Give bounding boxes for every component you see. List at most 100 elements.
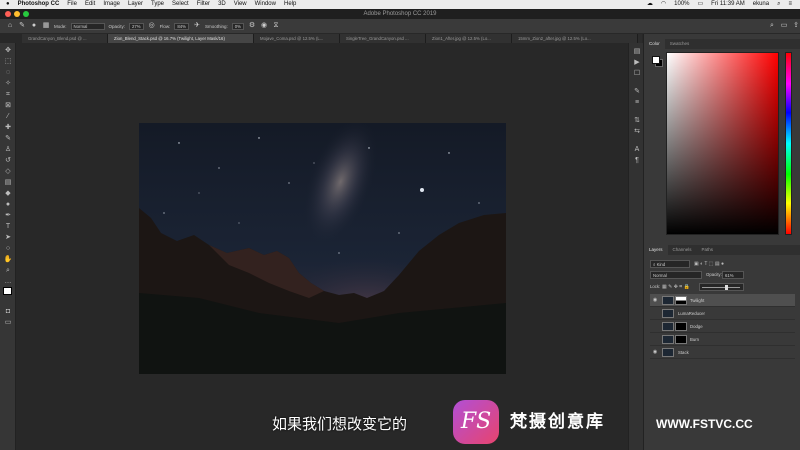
blur-tool-icon[interactable]: ◆	[3, 189, 13, 198]
history-brush-tool-icon[interactable]: ↺	[3, 156, 13, 165]
smoothing-options-gear-icon[interactable]: ⚙	[248, 22, 256, 30]
workspace-icon[interactable]: ▭	[780, 22, 788, 30]
blend-mode-select[interactable]: Normal	[650, 271, 702, 279]
marquee-tool-icon[interactable]: ⬚	[3, 57, 13, 66]
tab-15mm-zion2-after[interactable]: 15mm_Zion2_after.jpg @ 12.5% (Lo...	[512, 34, 638, 43]
battery-percent[interactable]: 100%	[670, 0, 693, 9]
character-icon[interactable]: A	[632, 145, 642, 154]
eyedropper-tool-icon[interactable]: ⁄	[3, 112, 13, 121]
battery-icon[interactable]: ▭	[694, 0, 708, 9]
hue-slider[interactable]	[785, 52, 792, 235]
wifi-icon[interactable]: ◠	[657, 0, 670, 9]
foreground-color-swatch[interactable]	[3, 287, 12, 295]
healing-brush-tool-icon[interactable]: ✚	[3, 123, 13, 132]
learn-icon[interactable]: ☐	[632, 69, 642, 78]
zion-milky-way-photo[interactable]	[139, 123, 506, 374]
tab-swatches[interactable]: Swatches	[665, 39, 695, 49]
lasso-tool-icon[interactable]: ◌	[3, 68, 13, 77]
actions-icon[interactable]: ▶	[632, 58, 642, 67]
tab-paths[interactable]: Paths	[697, 245, 719, 255]
tab-mojave-coma[interactable]: Mojave_Coma.psd @ 12.5% (L...	[254, 34, 340, 43]
home-icon[interactable]: ⌂	[6, 22, 14, 30]
tab-color[interactable]: Color	[644, 39, 665, 49]
visibility-eye-icon[interactable]: ◉	[651, 346, 659, 359]
layer-name[interactable]: LumaReducer	[678, 307, 705, 320]
menu-app-name[interactable]: Photoshop CC	[14, 0, 64, 9]
visibility-eye-icon[interactable]: ◉	[651, 294, 659, 307]
brush-tool-icon[interactable]: ✎	[3, 134, 13, 143]
crop-tool-icon[interactable]: ⌗	[3, 90, 13, 99]
layer-name[interactable]: Twilight	[690, 294, 704, 307]
lock-icons[interactable]: ▦ ✎ ✥ ⌗ 🔒	[662, 283, 690, 291]
creative-cloud-icon[interactable]: ☁	[643, 0, 657, 9]
brush-size-icon[interactable]: ●	[30, 22, 38, 30]
tab-channels[interactable]: Channels	[668, 245, 697, 255]
dodge-tool-icon[interactable]: ●	[3, 200, 13, 209]
layer-row-burn[interactable]: Burn	[650, 333, 795, 346]
layer-opacity-slider-popup[interactable]	[699, 283, 744, 291]
hand-tool-icon[interactable]: ✋	[3, 255, 13, 264]
quick-mask-icon[interactable]: ◘	[3, 307, 13, 316]
layer-row-dodge[interactable]: Dodge	[650, 320, 795, 333]
quick-select-tool-icon[interactable]: ✧	[3, 79, 13, 88]
panel-foreground-swatch[interactable]	[652, 56, 660, 64]
menu-type[interactable]: Type	[147, 0, 168, 9]
pressure-size-icon[interactable]: ◉	[260, 22, 268, 30]
paragraph-icon[interactable]: ¶	[632, 156, 642, 165]
share-icon[interactable]: ⇪	[792, 22, 800, 30]
layer-name[interactable]: Dodge	[690, 320, 703, 333]
gradient-tool-icon[interactable]: ▤	[3, 178, 13, 187]
notification-center-icon[interactable]: ≡	[784, 0, 796, 9]
move-tool-icon[interactable]: ✥	[3, 46, 13, 55]
menu-3d[interactable]: 3D	[214, 0, 230, 9]
layer-mask-thumbnail[interactable]	[675, 322, 687, 331]
opacity-field[interactable]: 27%	[129, 22, 144, 30]
tab-grandcanyon-blend[interactable]: GrandCanyon_Blend.psd @ ...	[22, 34, 108, 43]
menu-layer[interactable]: Layer	[124, 0, 147, 9]
layer-name[interactable]: Stack	[678, 346, 689, 359]
opacity-slider-thumb[interactable]	[725, 285, 728, 290]
close-window-button[interactable]	[5, 11, 11, 17]
pressure-opacity-icon[interactable]: ◎	[148, 22, 156, 30]
menu-view[interactable]: View	[230, 0, 251, 9]
path-selection-tool-icon[interactable]: ➤	[3, 233, 13, 242]
info-icon[interactable]: ⇆	[632, 127, 642, 136]
search-icon[interactable]: ⌕	[768, 22, 776, 30]
menu-window[interactable]: Window	[251, 0, 280, 9]
layer-mask-thumbnail[interactable]	[675, 335, 687, 344]
menu-edit[interactable]: Edit	[81, 0, 99, 9]
more-tools-icon[interactable]: …	[3, 277, 13, 286]
pen-tool-icon[interactable]: ✒	[3, 211, 13, 220]
tab-zion-blend-stack[interactable]: Zion_Blend_Stack.psd @ 16.7% (Twilight, …	[108, 34, 254, 43]
mode-select[interactable]: Normal	[70, 22, 105, 30]
layer-row-twilight[interactable]: ◉ Twilight	[650, 294, 795, 307]
layer-mask-thumbnail[interactable]	[675, 296, 687, 305]
layer-opacity-field[interactable]: 61%	[722, 271, 744, 279]
tab-layers[interactable]: Layers	[644, 245, 668, 255]
flow-field[interactable]: 84%	[174, 22, 190, 30]
layer-filter-kind[interactable]: ⌕ Kind	[650, 260, 690, 268]
properties-icon[interactable]: ≡	[632, 98, 642, 107]
tab-zion1-after[interactable]: Zion1_After.jpg @ 12.5% (Lo...	[426, 34, 512, 43]
zoom-window-button[interactable]	[23, 11, 29, 17]
adjustments-icon[interactable]: ⇅	[632, 116, 642, 125]
tab-singletree-grandcanyon[interactable]: SingleTree_GrandCanyon.psd ...	[340, 34, 426, 43]
screen-mode-icon[interactable]: ▭	[3, 318, 13, 327]
apple-icon[interactable]: ●	[0, 0, 14, 9]
layer-name[interactable]: Burn	[690, 333, 699, 346]
menu-file[interactable]: File	[63, 0, 81, 9]
brushes-icon[interactable]: ✎	[632, 87, 642, 96]
eraser-tool-icon[interactable]: ◇	[3, 167, 13, 176]
type-tool-icon[interactable]: T	[3, 222, 13, 231]
brush-settings-icon[interactable]: ▦	[42, 22, 50, 30]
menu-select[interactable]: Select	[168, 0, 193, 9]
history-icon[interactable]: ▤	[632, 47, 642, 56]
menu-user[interactable]: ekuna	[749, 0, 773, 9]
spotlight-icon[interactable]: ⌕	[773, 0, 784, 9]
layer-row-stack[interactable]: ◉ Stack	[650, 346, 795, 359]
smoothing-field[interactable]: 0%	[231, 22, 244, 30]
minimize-window-button[interactable]	[14, 11, 20, 17]
airbrush-icon[interactable]: ✈	[193, 22, 201, 30]
menu-image[interactable]: Image	[99, 0, 124, 9]
symmetry-icon[interactable]: ⧖	[272, 22, 280, 30]
